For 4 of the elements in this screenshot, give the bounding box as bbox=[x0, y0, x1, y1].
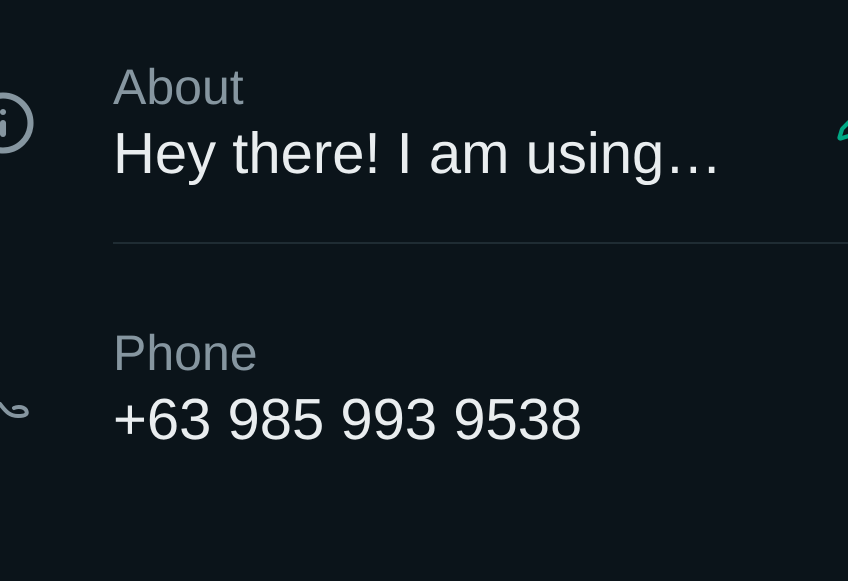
about-text: Hey there! I am using… bbox=[113, 120, 722, 188]
about-label: About bbox=[113, 58, 245, 117]
phone-number: +63 985 993 9538 bbox=[113, 386, 582, 454]
phone-label: Phone bbox=[113, 324, 259, 383]
